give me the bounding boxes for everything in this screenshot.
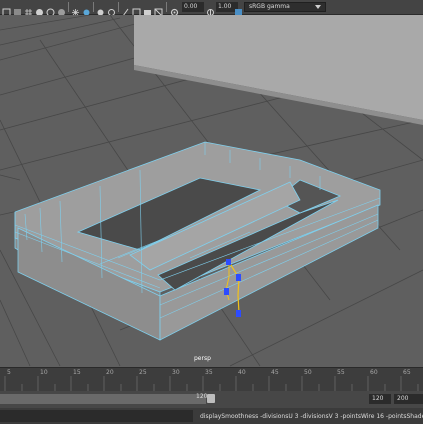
chevron-down-icon xyxy=(315,5,321,9)
range-end-label: 120 xyxy=(196,393,208,400)
command-input[interactable] xyxy=(0,410,193,422)
xray-icon[interactable] xyxy=(107,2,116,16)
shadows-icon[interactable] xyxy=(82,2,91,16)
animation-end-field[interactable]: 120 xyxy=(369,394,391,404)
range-slider-bar: 120 120 200 xyxy=(0,391,423,408)
toolbar-separator xyxy=(166,2,167,12)
gear-icon[interactable] xyxy=(170,2,179,17)
wireframe-icon[interactable] xyxy=(46,2,55,17)
time-slider[interactable]: 5 10 15 20 25 30 35 40 45 50 55 60 65 xyxy=(0,367,423,392)
tick-label: 20 xyxy=(106,369,114,376)
resolution-gate-icon[interactable] xyxy=(154,2,163,17)
grid-icon[interactable] xyxy=(24,2,33,16)
tick-label: 50 xyxy=(304,369,312,376)
viewport-canvas[interactable] xyxy=(0,15,423,367)
toolbar-separator xyxy=(118,2,119,12)
isolate-select-icon[interactable] xyxy=(96,2,105,16)
toolbar-separator xyxy=(68,2,69,12)
exposure-field[interactable]: 0.00 xyxy=(182,2,204,12)
xray-joints-icon[interactable] xyxy=(121,2,130,17)
command-feedback: displaySmoothness -divisionsU 3 -divisio… xyxy=(200,413,423,420)
tick-label: 45 xyxy=(271,369,279,376)
tick-label: 30 xyxy=(172,369,180,376)
tick-label: 60 xyxy=(370,369,378,376)
smooth-shade-icon[interactable] xyxy=(57,2,66,16)
tick-label: 15 xyxy=(73,369,81,376)
perspective-viewport[interactable] xyxy=(0,15,423,367)
viewport-toolbar: 0.00 1.00 sRGB gamma xyxy=(0,0,423,17)
exposure-icon[interactable] xyxy=(143,2,152,15)
colorspace-dropdown[interactable]: sRGB gamma xyxy=(244,2,326,12)
tick-label: 10 xyxy=(40,369,48,376)
image-plane-icon[interactable] xyxy=(13,2,22,16)
tick-label: 35 xyxy=(205,369,213,376)
lights-icon[interactable] xyxy=(71,2,80,16)
camera-attributes-icon[interactable] xyxy=(2,2,11,17)
playback-end-field[interactable]: 200 xyxy=(394,394,423,404)
gamma-icon[interactable] xyxy=(206,2,215,16)
tick-label: 65 xyxy=(403,369,411,376)
tick-label: 5 xyxy=(7,369,11,376)
tick-label: 55 xyxy=(337,369,345,376)
tick-label: 40 xyxy=(238,369,246,376)
tick-label: 25 xyxy=(139,369,147,376)
range-slider-handle[interactable] xyxy=(207,394,215,403)
color-management-icon[interactable] xyxy=(234,2,243,16)
backface-icon[interactable] xyxy=(132,2,141,17)
range-slider[interactable] xyxy=(0,394,206,404)
toolbar-separator xyxy=(93,2,94,12)
colorspace-label: sRGB gamma xyxy=(249,3,290,10)
camera-label: persp xyxy=(194,355,211,362)
command-line: displaySmoothness -divisionsU 3 -divisio… xyxy=(0,408,423,424)
film-gate-icon[interactable] xyxy=(35,2,44,16)
